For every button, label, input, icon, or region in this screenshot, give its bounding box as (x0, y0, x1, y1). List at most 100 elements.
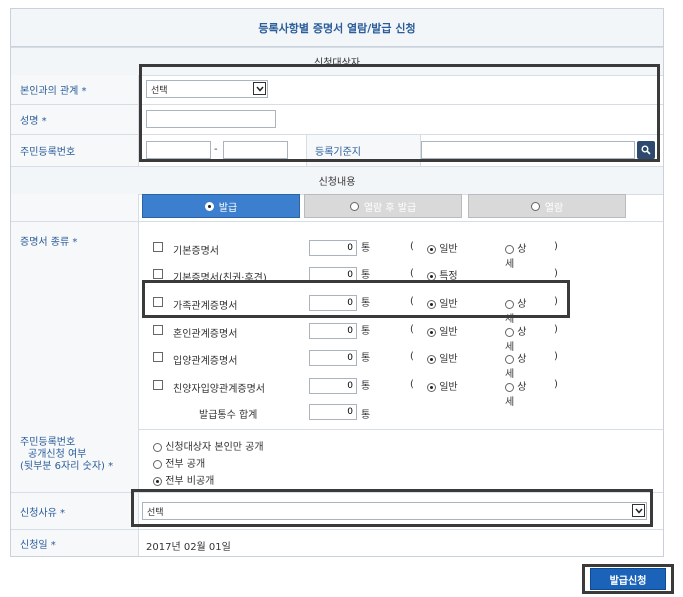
tab-view[interactable]: 열람 (468, 194, 626, 218)
cert-option-1-label: 일반 (439, 299, 458, 310)
tab-issue-radio (204, 201, 214, 211)
base-search-button[interactable] (637, 141, 655, 159)
disclosure-option-0[interactable]: 신청대상자 본인만 공개 (153, 438, 264, 453)
submit-highlight: 발급신청 (582, 564, 674, 594)
disclosure-option-1-label: 전부 공개 (165, 459, 206, 470)
cert-name: 혼인관계증명서 (173, 329, 238, 340)
cert-checkbox[interactable] (153, 352, 163, 362)
cert-paren-close: ) (554, 268, 558, 279)
cert-option-1[interactable]: 특정 (427, 267, 458, 282)
disclosure-row: 주민등록번호 공개신청 여부 (뒷부분 6자리 숫자) * 신청대상자 본인만 … (11, 429, 663, 493)
rrn-back-input[interactable] (223, 141, 288, 159)
total-label: 발급통수 합계 (199, 410, 258, 421)
cert-unit: 통 (361, 381, 371, 392)
cert-checkbox[interactable] (153, 380, 163, 390)
cert-option-1-radio (427, 327, 436, 337)
cert-name: 친양자입양관계증명서 (173, 384, 265, 395)
cert-option-1-radio (427, 354, 436, 364)
cert-option-1[interactable]: 일반 (427, 378, 458, 393)
chevron-down-icon (632, 504, 645, 517)
cert-row: 기본증명서통( 일반 상세) (11, 232, 558, 270)
tab-view-label: 열람 (544, 202, 564, 214)
name-label-text: 성명 * (20, 116, 47, 127)
section-applicant-text: 신청대상자 (314, 58, 360, 69)
cert-unit: 통 (361, 270, 371, 281)
cert-unit: 통 (361, 243, 371, 254)
base-input[interactable] (421, 141, 635, 159)
rrn-front-input[interactable] (146, 141, 211, 159)
relation-row: 본인과의 관계 * 선택 (11, 75, 663, 105)
cert-checkbox[interactable] (153, 297, 163, 307)
name-input[interactable] (146, 110, 276, 128)
rrn-label: 주민등록번호 (11, 135, 139, 166)
cert-paren-close: ) (554, 296, 558, 307)
cert-checkbox[interactable] (153, 242, 163, 252)
section-applicant: 신청대상자 (11, 47, 663, 76)
cert-option-1-label: 일반 (439, 244, 458, 255)
cert-option-1[interactable]: 일반 (427, 323, 458, 338)
cert-option-2-radio (505, 327, 514, 337)
submit-button[interactable]: 발급신청 (590, 568, 666, 590)
cert-paren-close: ) (554, 379, 558, 390)
section-content-text: 신청내용 (318, 177, 356, 188)
page-title: 등록사항별 증명서 열람/발급 신청 (11, 9, 663, 47)
relation-select[interactable]: 선택 (146, 80, 268, 98)
cert-option-1-label: 일반 (439, 327, 458, 338)
cert-name: 기본증명서 (173, 246, 219, 257)
disclosure-option-1[interactable]: 전부 공개 (153, 455, 205, 470)
cert-count-input[interactable] (309, 378, 357, 394)
total-count-input[interactable] (309, 404, 357, 420)
cert-option-1[interactable]: 일반 (427, 350, 458, 365)
base-label-text: 등록기준지 (315, 147, 361, 158)
reason-select-value: 선택 (147, 508, 164, 518)
cert-option-2-radio (505, 354, 514, 364)
relation-label: 본인과의 관계 * (11, 75, 139, 104)
cert-option-1[interactable]: 일반 (427, 295, 458, 310)
cert-paren-open: ( (410, 324, 414, 335)
tabs-label-blank (11, 194, 139, 221)
disclosure-option-2[interactable]: 전부 비공개 (153, 472, 214, 487)
cert-option-1-radio (427, 382, 436, 392)
relation-label-text: 본인과의 관계 * (20, 86, 87, 97)
cert-name: 가족관계증명서 (173, 301, 238, 312)
cert-count-input[interactable] (309, 350, 357, 366)
cert-type-row: 증명서 종류 * 기본증명서통( 일반 상세)기본증명서(친권·후견)통( 특정… (11, 221, 663, 430)
cert-paren-close: ) (554, 241, 558, 252)
tab-view-then-issue[interactable]: 열람 후 발급 (304, 194, 462, 218)
reason-label: 신청사유 * (11, 493, 139, 529)
cert-checkbox[interactable] (153, 325, 163, 335)
tab-view-then-issue-label: 열람 후 발급 (363, 202, 417, 214)
reason-select[interactable]: 선택 (142, 502, 647, 520)
cert-unit: 통 (361, 298, 371, 309)
form-frame: 등록사항별 증명서 열람/발급 신청 신청대상자 본인과의 관계 * 선택 성명… (10, 8, 664, 557)
reason-row: 신청사유 * 선택 (11, 493, 663, 530)
cert-option-2[interactable]: 상세 (505, 378, 531, 408)
submit-button-label: 발급신청 (609, 575, 647, 587)
disclosure-label-line1: 주민등록번호 (20, 437, 76, 448)
cert-count-input[interactable] (309, 323, 357, 339)
cert-option-2-radio (505, 244, 514, 254)
tab-issue[interactable]: 발급 (142, 194, 300, 218)
cert-paren-open: ( (410, 268, 414, 279)
date-label: 신청일 * (11, 530, 139, 556)
cert-unit: 통 (361, 353, 371, 364)
cert-option-1-label: 특정 (439, 271, 458, 282)
date-label-text: 신청일 * (20, 539, 56, 551)
cert-count-input[interactable] (309, 295, 357, 311)
cert-option-2-radio (505, 382, 514, 392)
date-value: 2017년 02월 01일 (146, 542, 231, 553)
cert-count-input[interactable] (309, 240, 357, 256)
cert-row: 친양자입양관계증명서 통 ( 일반 상세) (11, 370, 558, 408)
disclosure-radio-0 (153, 442, 162, 452)
cert-row: 혼인관계증명서통( 일반 상세) (11, 315, 558, 353)
disclosure-radio-1 (153, 459, 162, 469)
cert-checkbox[interactable] (153, 269, 163, 279)
cert-row: 기본증명서(친권·후견) 통 ( 특정) (11, 259, 558, 286)
cert-unit: 통 (361, 326, 371, 337)
cert-paren-open: ( (410, 351, 414, 362)
cert-option-1-radio (427, 299, 436, 309)
disclosure-radio-2 (153, 476, 162, 486)
cert-count-input[interactable] (309, 267, 357, 283)
cert-option-1[interactable]: 일반 (427, 240, 458, 255)
cert-paren-open: ( (410, 379, 414, 390)
